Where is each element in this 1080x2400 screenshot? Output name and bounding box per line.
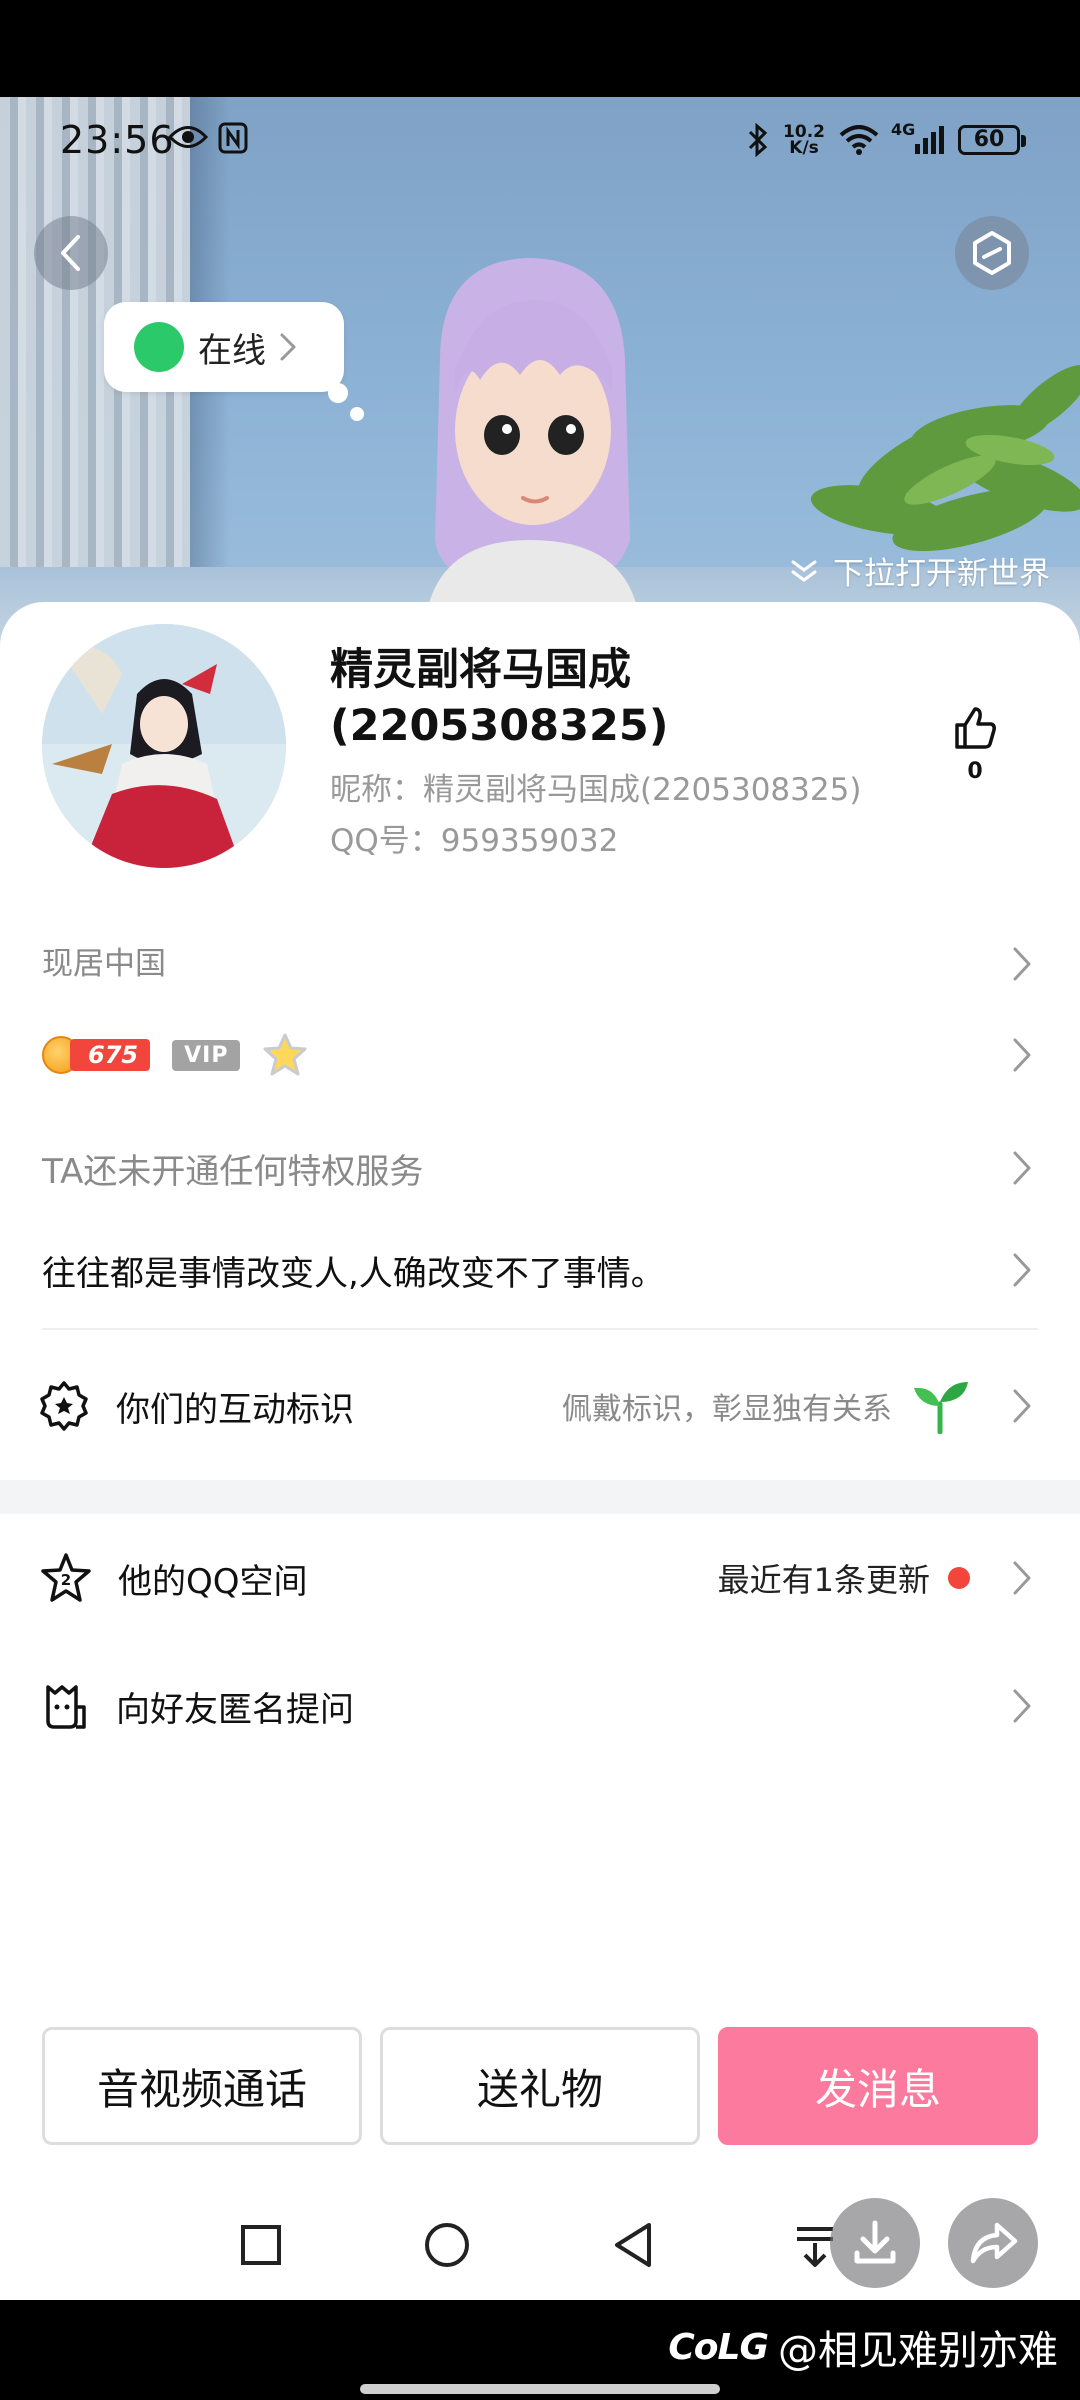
- send-gift-button[interactable]: 送礼物: [380, 2027, 700, 2145]
- chevron-right-icon: [1013, 1038, 1031, 1072]
- network-type: 4G: [891, 120, 916, 139]
- chevron-right-icon: [1013, 1253, 1031, 1287]
- top-black-bar: [0, 0, 1080, 97]
- thumbs-up-icon: [955, 707, 996, 749]
- divider: [42, 1328, 1038, 1330]
- chevron-right-icon: [1013, 1561, 1031, 1595]
- status-right-cluster: 10.2 K/s 4G 60: [747, 120, 1026, 160]
- battery-icon: 60: [958, 125, 1026, 155]
- badge-star-icon: [40, 1381, 88, 1431]
- double-chevron-down-icon: [791, 560, 817, 582]
- download-icon: [854, 2220, 896, 2264]
- anonymous-question-label: 向好友匿名提问: [116, 1689, 354, 1730]
- status-bar: 23:56 10.2 K/s 4G 60: [0, 118, 1080, 164]
- back-button[interactable]: [34, 216, 108, 290]
- like-button[interactable]: 0: [946, 705, 1004, 784]
- profile-avatar[interactable]: [42, 624, 286, 868]
- watermark: CoLG @相见难别亦难: [668, 2318, 1058, 2376]
- privilege-text: TA还未开通任何特权服务: [42, 1151, 424, 1192]
- pull-down-hint[interactable]: 下拉打开新世界: [789, 548, 1050, 593]
- watermark-handle: @相见难别亦难: [778, 2328, 1058, 2374]
- level-score: 675: [70, 1039, 151, 1071]
- unread-dot: [948, 1567, 970, 1589]
- square-icon: [241, 2225, 281, 2265]
- home-button[interactable]: [412, 2210, 482, 2280]
- circle-icon: [425, 2223, 469, 2267]
- share-button[interactable]: [948, 2198, 1038, 2288]
- star-icon: [263, 1033, 307, 1076]
- back-nav-button[interactable]: [598, 2210, 668, 2280]
- chevron-right-icon: [1013, 1689, 1031, 1723]
- vip-badge: VIP: [172, 1039, 241, 1071]
- chevron-right-icon: [1013, 1389, 1031, 1423]
- recents-button[interactable]: [226, 2210, 296, 2280]
- svg-text:2: 2: [61, 1571, 71, 1589]
- chevron-right-icon: [1013, 947, 1031, 981]
- online-status-text: 在线: [198, 330, 266, 371]
- location-text: 现居中国: [42, 945, 166, 982]
- nfc-icon: [218, 122, 248, 154]
- profile-nickname: 昵称：精灵副将马国成(2205308325): [330, 772, 862, 808]
- chevron-right-icon: [1013, 1151, 1031, 1185]
- bubble-tail-small: [350, 407, 364, 421]
- signature-row[interactable]: 往往都是事情改变人,人确改变不了事情。: [0, 1240, 1080, 1300]
- watermark-logo: CoLG: [668, 2326, 769, 2368]
- profile-qq-number: QQ号：959359032: [330, 823, 619, 859]
- chevron-right-icon: [280, 333, 296, 361]
- avatar-3d-character[interactable]: [330, 240, 730, 660]
- avatar-image: [42, 624, 286, 868]
- hexagon-icon: [973, 231, 1011, 275]
- net-speed-unit: K/s: [789, 138, 819, 158]
- interaction-hint-text: 佩戴标识，彰显独有关系: [562, 1392, 892, 1427]
- pull-down-text: 下拉打开新世界: [833, 556, 1050, 592]
- interaction-mark-row[interactable]: 你们的互动标识 佩戴标识，彰显独有关系: [0, 1374, 1080, 1438]
- qzone-row[interactable]: 2 他的QQ空间 最近有1条更新: [0, 1546, 1080, 1610]
- interaction-mark-label: 你们的互动标识: [116, 1389, 354, 1430]
- qzone-hint-text: 最近有1条更新: [717, 1561, 930, 1599]
- interaction-mark-hint: 佩戴标识，彰显独有关系: [562, 1378, 970, 1434]
- eye-icon: [168, 126, 208, 148]
- online-dot: [134, 322, 184, 372]
- download-button[interactable]: [830, 2198, 920, 2288]
- share-arrow-icon: [970, 2222, 1018, 2264]
- video-call-button[interactable]: 音视频通话: [42, 2027, 362, 2145]
- chevron-left-icon: [61, 235, 80, 271]
- net-speed: 10.2 K/s: [783, 124, 825, 158]
- sprout-icon: [914, 1382, 968, 1434]
- home-indicator[interactable]: [360, 2384, 720, 2394]
- location-row[interactable]: 现居中国: [0, 930, 1080, 990]
- qzone-label: 他的QQ空间: [118, 1561, 308, 1602]
- qzone-hint: 最近有1条更新: [718, 1555, 970, 1601]
- profile-name: 精灵副将马国成(2205308325): [330, 645, 669, 751]
- level-badges-row[interactable]: 675 VIP: [0, 1025, 1080, 1085]
- triangle-back-icon: [615, 2223, 651, 2267]
- level-badge: 675: [42, 1036, 151, 1074]
- wifi-icon: [839, 125, 879, 155]
- send-message-button[interactable]: 发消息: [718, 2027, 1038, 2145]
- question-box-icon: [46, 1685, 86, 1729]
- anonymous-question-row[interactable]: 向好友匿名提问: [0, 1674, 1080, 1738]
- signal-icon: 4G: [891, 120, 944, 154]
- like-count: 0: [967, 759, 983, 784]
- bluetooth-icon: [748, 123, 768, 157]
- signature-text: 往往都是事情改变人,人确改变不了事情。: [42, 1253, 665, 1294]
- privilege-row[interactable]: TA还未开通任何特权服务: [0, 1138, 1080, 1198]
- online-status-bubble[interactable]: 在线: [104, 302, 344, 392]
- settings-hex-button[interactable]: [955, 216, 1029, 290]
- qzone-star-icon: 2: [41, 1553, 91, 1602]
- section-gap: [0, 1480, 1080, 1514]
- bubble-tail: [328, 383, 348, 403]
- status-time: 23:56: [60, 118, 175, 162]
